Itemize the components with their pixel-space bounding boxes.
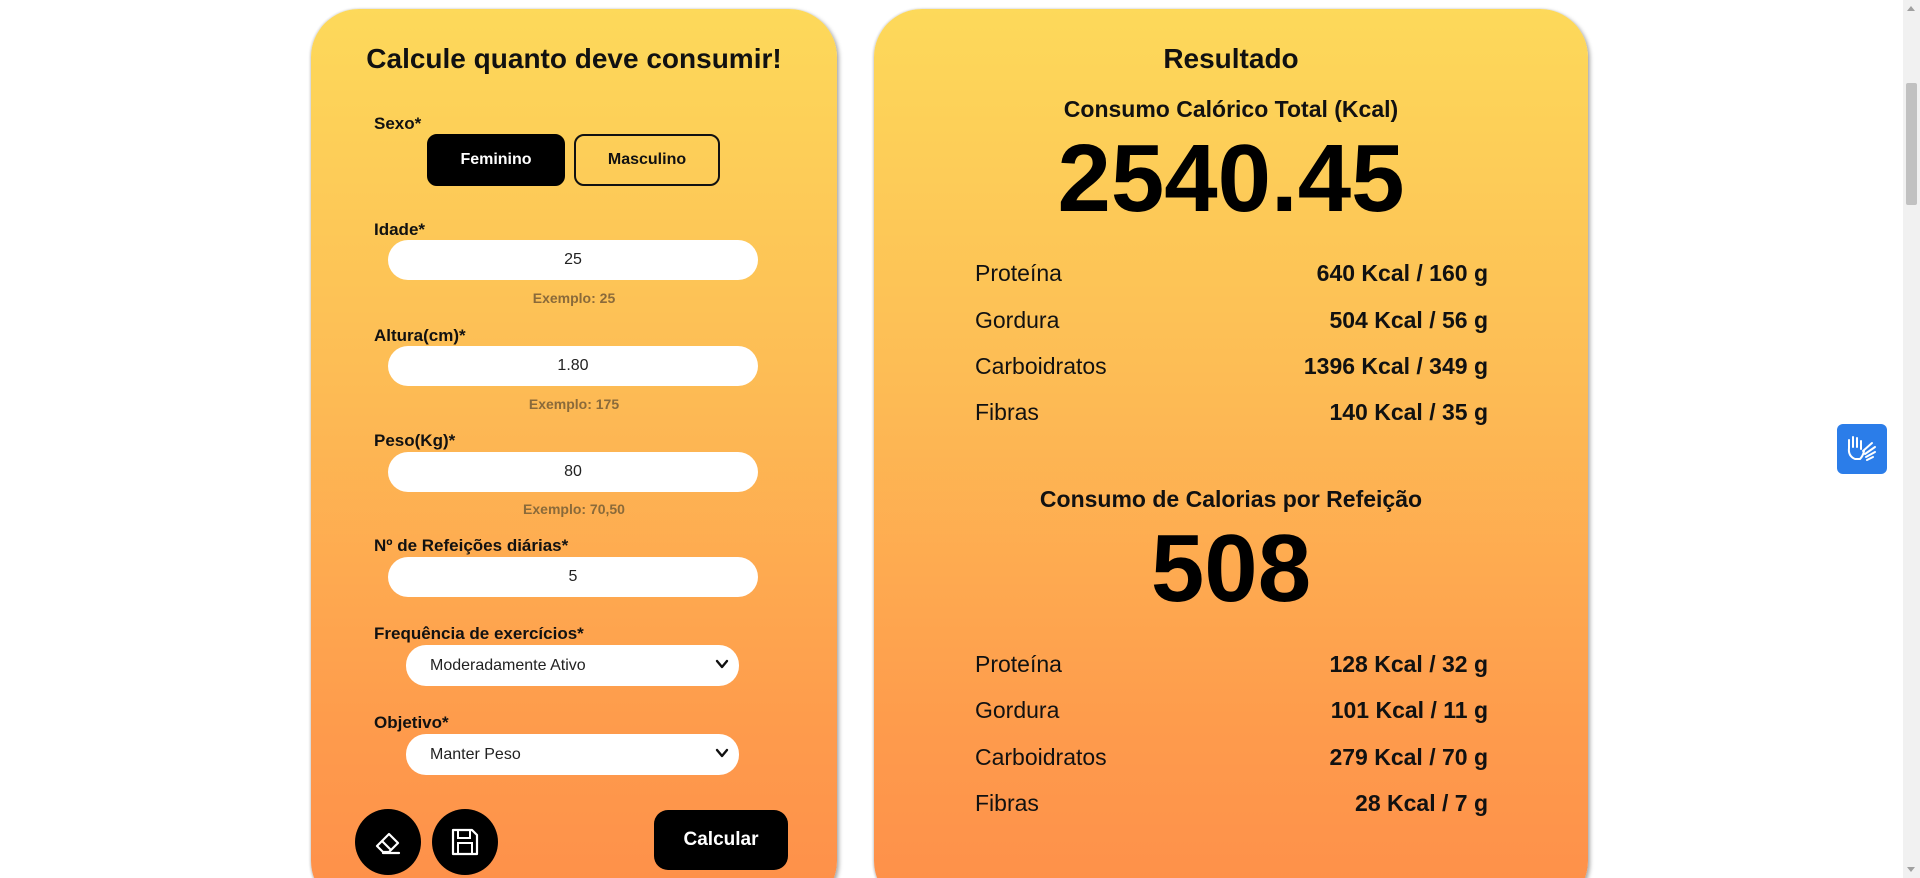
result-card: Resultado Consumo Calórico Total (Kcal) … <box>874 9 1588 878</box>
meal-macro-row: Fibras 28 Kcal / 7 g <box>975 790 1488 820</box>
total-calories-value: 2540.45 <box>1057 125 1405 232</box>
macro-value: 640 Kcal / 160 g <box>1316 260 1488 286</box>
sex-label: Sexo* <box>374 114 422 133</box>
scroll-up-arrow-icon[interactable] <box>1907 6 1915 11</box>
total-macro-row: Carboidratos 1396 Kcal / 349 g <box>975 353 1488 383</box>
meals-input[interactable] <box>388 557 758 597</box>
clear-button[interactable] <box>355 809 421 875</box>
height-input[interactable] <box>388 346 758 386</box>
exercise-select[interactable]: Moderadamente Ativo <box>406 645 739 686</box>
result-title: Resultado <box>1163 43 1299 74</box>
calculate-button[interactable]: Calcular <box>654 810 788 870</box>
scrollbar-thumb[interactable] <box>1906 83 1917 205</box>
goal-label: Objetivo* <box>374 713 449 732</box>
macro-value: 279 Kcal / 70 g <box>1329 744 1488 770</box>
macro-name: Proteína <box>975 651 1062 677</box>
height-hint: Exemplo: 175 <box>528 396 620 412</box>
weight-hint: Exemplo: 70,50 <box>523 501 625 517</box>
exercise-label: Frequência de exercícios* <box>374 624 584 643</box>
meal-macro-row: Proteína 128 Kcal / 32 g <box>975 651 1488 681</box>
macro-value: 101 Kcal / 11 g <box>1330 697 1488 723</box>
goal-selected-value: Manter Peso <box>430 745 521 763</box>
weight-label: Peso(Kg)* <box>374 431 456 450</box>
meal-macro-row: Gordura 101 Kcal / 11 g <box>975 697 1488 727</box>
per-meal-value: 508 <box>1150 515 1312 622</box>
macro-name: Proteína <box>975 260 1062 286</box>
per-meal-label: Consumo de Calorias por Refeição <box>1039 486 1423 512</box>
goal-select[interactable]: Manter Peso <box>406 734 739 775</box>
meals-label: Nº de Refeições diárias* <box>374 536 569 555</box>
macro-name: Gordura <box>975 307 1060 333</box>
vertical-scrollbar[interactable] <box>1903 0 1920 878</box>
sex-female-button[interactable]: Feminino <box>427 134 565 186</box>
chevron-down-icon <box>715 748 729 758</box>
scroll-down-arrow-icon[interactable] <box>1907 867 1915 872</box>
page: Calcule quanto deve consumir! Sexo* Femi… <box>0 0 1920 878</box>
total-macro-row: Gordura 504 Kcal / 56 g <box>975 307 1488 337</box>
macro-value: 128 Kcal / 32 g <box>1329 651 1488 677</box>
meal-macro-row: Carboidratos 279 Kcal / 70 g <box>975 744 1488 774</box>
age-hint: Exemplo: 25 <box>532 290 616 306</box>
sign-language-hands-icon <box>1847 436 1876 461</box>
age-label: Idade* <box>374 220 426 239</box>
floppy-disk-icon <box>451 828 479 856</box>
macro-name: Gordura <box>975 697 1060 723</box>
macro-value: 1396 Kcal / 349 g <box>1303 353 1488 379</box>
macro-name: Carboidratos <box>975 353 1107 379</box>
total-macro-row: Proteína 640 Kcal / 160 g <box>975 260 1488 290</box>
accessibility-button[interactable] <box>1837 424 1887 474</box>
total-macro-row: Fibras 140 Kcal / 35 g <box>975 399 1488 429</box>
sex-male-button[interactable]: Masculino <box>574 134 720 186</box>
calculator-form-card: Calcule quanto deve consumir! Sexo* Femi… <box>311 9 837 878</box>
macro-name: Carboidratos <box>975 744 1107 770</box>
exercise-selected-value: Moderadamente Ativo <box>430 656 586 674</box>
form-title: Calcule quanto deve consumir! <box>366 43 782 74</box>
macro-name: Fibras <box>975 399 1039 425</box>
eraser-icon <box>375 832 401 855</box>
macro-value: 28 Kcal / 7 g <box>1355 790 1488 816</box>
macro-value: 504 Kcal / 56 g <box>1329 307 1488 333</box>
save-button[interactable] <box>432 809 498 875</box>
macro-value: 140 Kcal / 35 g <box>1329 399 1488 425</box>
chevron-down-icon <box>715 659 729 669</box>
total-calories-label: Consumo Calórico Total (Kcal) <box>1063 96 1399 122</box>
height-label: Altura(cm)* <box>374 326 466 345</box>
macro-name: Fibras <box>975 790 1039 816</box>
age-input[interactable] <box>388 240 758 280</box>
weight-input[interactable] <box>388 452 758 492</box>
